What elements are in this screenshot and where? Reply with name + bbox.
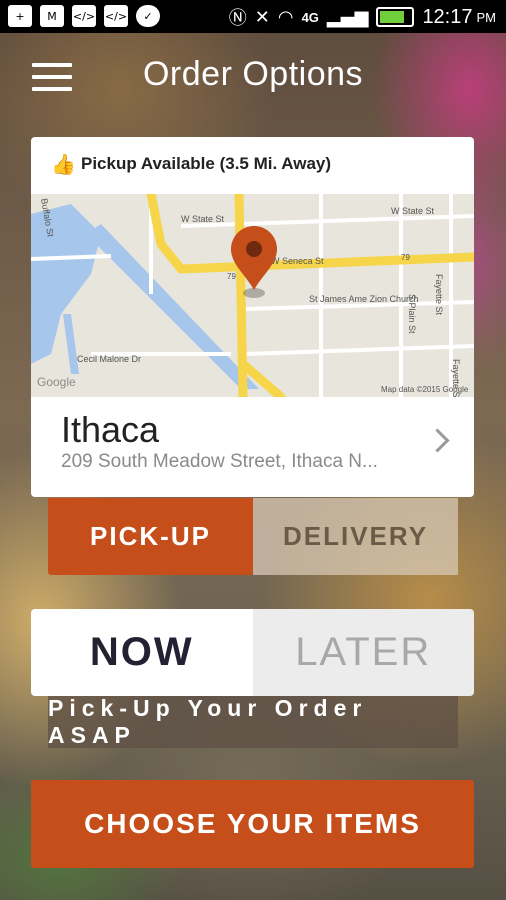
choose-items-button[interactable]: CHOOSE YOUR ITEMS: [31, 780, 474, 868]
status-bar: + M </> </> ✓ Ⓝ ✕ ◠ 4G ▂▄▆ 12:17 PM: [0, 0, 506, 33]
page-title: Order Options: [142, 55, 364, 93]
map-label: S Plain St: [407, 294, 417, 334]
google-logo: Google: [37, 375, 76, 389]
code-icon: </>: [104, 5, 128, 27]
map-label: Cecil Malone Dr: [77, 354, 141, 364]
network-type: 4G: [301, 9, 319, 25]
map-label: 79: [227, 272, 236, 281]
map-label: 79: [401, 253, 410, 262]
thumbs-up-icon: 👍: [51, 152, 76, 176]
map-label: Fayette St: [434, 274, 444, 316]
clock: 12:17: [422, 5, 473, 28]
code-icon: </>: [72, 5, 96, 27]
map-label: St James Ame Zion Church: [309, 294, 419, 304]
map-label: W State St: [181, 214, 225, 224]
map-attribution: Map data ©2015 Google: [381, 385, 469, 394]
signal-icon: ▂▄▆: [326, 6, 369, 28]
location-address: 209 South Meadow Street, Ithaca N...: [61, 451, 378, 472]
gmail-icon: M: [40, 5, 64, 27]
battery-icon: [376, 7, 415, 27]
timing-toggle: NOW LATER: [31, 609, 474, 696]
pickup-availability-text: Pickup Available (3.5 Mi. Away): [81, 154, 332, 173]
map-label: W State St: [391, 206, 435, 216]
location-name: Ithaca: [61, 409, 160, 450]
location-map[interactable]: W State St W State St W Seneca St St Jam…: [31, 194, 474, 397]
mute-icon: ✕: [254, 6, 270, 28]
fulfillment-toggle: PICK-UP DELIVERY: [48, 498, 458, 575]
clock-ampm: PM: [476, 9, 497, 25]
location-card[interactable]: 👍 Pickup Available (3.5 Mi. Away) W Stat…: [31, 137, 474, 497]
add-icon: +: [8, 5, 32, 27]
map-label: W Seneca St: [271, 256, 324, 266]
delivery-button[interactable]: DELIVERY: [253, 498, 458, 575]
chevron-right-icon[interactable]: [425, 428, 450, 453]
messaging-icon: ✓: [136, 5, 160, 27]
pickup-button[interactable]: PICK-UP: [48, 498, 253, 575]
now-button[interactable]: NOW: [31, 609, 253, 696]
app-header: Order Options: [0, 33, 506, 121]
timing-note: Pick-Up Your Order ASAP: [48, 695, 458, 748]
pickup-availability: 👍 Pickup Available (3.5 Mi. Away): [51, 153, 331, 175]
wifi-icon: ◠: [277, 6, 294, 28]
later-button[interactable]: LATER: [252, 609, 474, 696]
nfc-icon: Ⓝ: [228, 8, 247, 29]
